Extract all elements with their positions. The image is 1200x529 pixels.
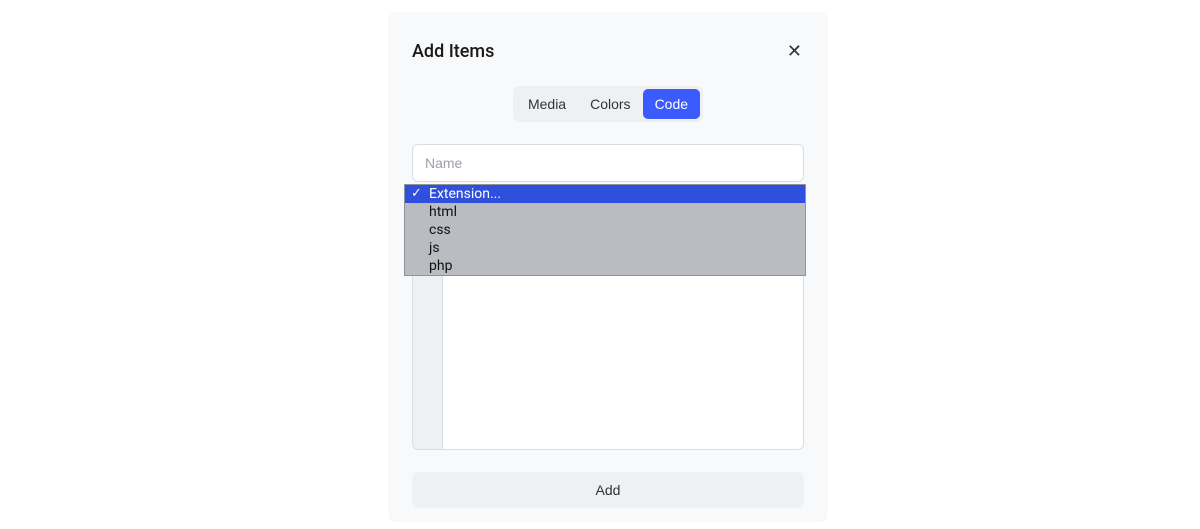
close-icon: ✕ [787,41,802,61]
extension-option-css[interactable]: css [405,221,805,239]
add-button[interactable]: Add [412,472,804,508]
tab-media[interactable]: Media [516,89,578,119]
tab-code[interactable]: Code [643,89,700,119]
close-button[interactable]: ✕ [785,40,804,62]
name-input[interactable] [412,144,804,182]
modal-header: Add Items ✕ [412,40,804,62]
tab-group: Media Colors Code [513,86,703,122]
extension-option-php[interactable]: php [405,257,805,275]
tab-colors[interactable]: Colors [578,89,642,119]
modal-title: Add Items [412,41,494,62]
extension-dropdown-list: Extension... html css js php [404,184,806,276]
extension-option-placeholder[interactable]: Extension... [405,185,805,203]
extension-option-html[interactable]: html [405,203,805,221]
extension-option-js[interactable]: js [405,239,805,257]
